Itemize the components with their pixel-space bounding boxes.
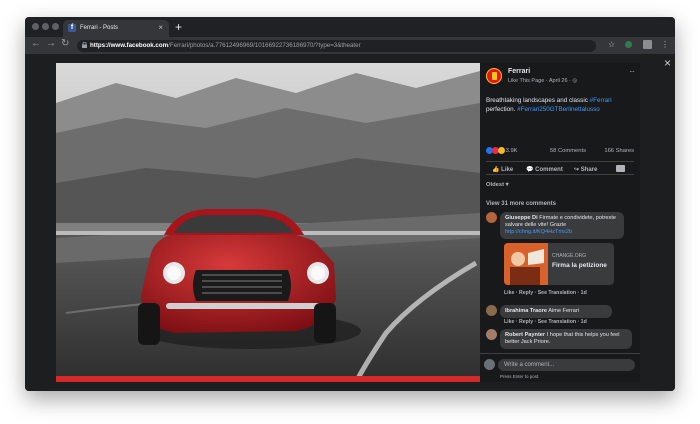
comment-sort-dropdown[interactable]: Oldest ▾ bbox=[486, 182, 509, 188]
comment-link[interactable]: http://chng.it/KQ4HzTms2b bbox=[505, 229, 572, 235]
address-bar[interactable]: https://www.facebook.com/Ferrari/photos/… bbox=[77, 40, 596, 52]
page-name[interactable]: Ferrari bbox=[508, 68, 530, 75]
post-meta: Like This Page · April 26 · ◎ bbox=[508, 78, 577, 84]
caption-middle: perfection. bbox=[486, 105, 518, 113]
avatar[interactable] bbox=[486, 212, 497, 223]
chrome-menu-icon[interactable]: ⋮ bbox=[661, 40, 669, 49]
profile-avatar[interactable] bbox=[643, 40, 652, 49]
forward-icon[interactable]: → bbox=[46, 38, 56, 49]
link-title: Firma la petizione bbox=[552, 262, 607, 269]
composer-hint: Press Enter to post. bbox=[500, 374, 540, 379]
browser-toolbar: ← → ↻ https://www.facebook.com/Ferrari/p… bbox=[25, 37, 675, 54]
page-selector-icon[interactable] bbox=[616, 165, 625, 172]
shares-count[interactable]: 166 Shares bbox=[604, 148, 634, 154]
comment-author[interactable]: Ibrahima Traore bbox=[505, 308, 547, 314]
comment-meta[interactable]: Like · Reply · See Translation · 1d bbox=[504, 319, 587, 325]
reactions-count: 3.9K bbox=[505, 148, 518, 155]
post-actions: 👍 Like 💬 Comment ↪ Share bbox=[486, 161, 634, 175]
comment-text: Aime Ferrari bbox=[546, 308, 579, 314]
tab-bar: f Ferrari - Posts × + bbox=[25, 17, 675, 37]
back-icon[interactable]: ← bbox=[31, 38, 41, 49]
comment-bubble: Giuseppe Di Firmate e condividete, potre… bbox=[500, 212, 624, 239]
wow-reaction-icon bbox=[498, 147, 505, 154]
comment-label: Comment bbox=[535, 167, 563, 173]
tab-close-icon[interactable]: × bbox=[158, 23, 163, 32]
url-path: /Ferrari/photos/a.77612496969/1016692273… bbox=[168, 42, 361, 49]
post-meta-text[interactable]: Like This Page · April 26 · bbox=[508, 78, 572, 84]
like-button[interactable]: 👍 Like bbox=[492, 166, 513, 173]
comment-bubble: Ibrahima Traore Aime Ferrari bbox=[500, 305, 612, 318]
avatar[interactable] bbox=[486, 329, 497, 340]
share-icon: ↪ bbox=[574, 167, 580, 173]
link-domain: CHANGE.ORG bbox=[552, 253, 587, 259]
link-preview-card[interactable]: CHANGE.ORG Firma la petizione bbox=[504, 243, 614, 285]
lock-icon bbox=[82, 41, 87, 50]
comment-meta[interactable]: Like · Reply · See Translation · 1d bbox=[504, 290, 587, 296]
maximize-window-button[interactable] bbox=[52, 23, 59, 30]
comment-icon: 💬 bbox=[526, 167, 534, 173]
photo-theater: × Ferrari Like This Page · April 26 · ◎ … bbox=[25, 54, 675, 391]
reactions[interactable]: 3.9K bbox=[486, 147, 518, 155]
like-icon: 👍 bbox=[492, 167, 500, 173]
reload-icon[interactable]: ↻ bbox=[61, 38, 69, 49]
avatar bbox=[484, 359, 495, 370]
view-more-comments-link[interactable]: View 31 more comments bbox=[486, 201, 556, 207]
post-photo[interactable] bbox=[56, 63, 480, 382]
share-label: Share bbox=[580, 167, 598, 173]
theater-close-icon[interactable]: × bbox=[664, 56, 671, 70]
post-side-panel: Ferrari Like This Page · April 26 · ◎ ··… bbox=[480, 63, 640, 382]
comment-author[interactable]: Robert Paynter bbox=[505, 332, 545, 338]
ferrari-logo-icon[interactable] bbox=[486, 68, 502, 84]
close-window-button[interactable] bbox=[32, 23, 39, 30]
browser-tab[interactable]: f Ferrari - Posts × bbox=[63, 20, 169, 37]
comment-button[interactable]: 💬 Comment bbox=[526, 166, 563, 173]
new-tab-button[interactable]: + bbox=[175, 20, 182, 34]
comment-composer: Write a comment... Press Enter to post. bbox=[480, 353, 640, 382]
minimize-window-button[interactable] bbox=[42, 23, 49, 30]
hashtag-ferrari250[interactable]: #Ferrari250GTBerlinettalusso bbox=[517, 106, 600, 113]
comment-input[interactable]: Write a comment... bbox=[498, 359, 635, 371]
comment-bubble: Robert Paynter I hope that this helps yo… bbox=[500, 329, 632, 349]
like-label: Like bbox=[501, 167, 514, 173]
avatar[interactable] bbox=[486, 305, 497, 316]
caption-text: Breathtaking landscapes and classic bbox=[486, 97, 590, 104]
browser-window: f Ferrari - Posts × + ← → ↻ https://www.… bbox=[25, 17, 675, 391]
bookmark-star-icon[interactable]: ☆ bbox=[608, 40, 615, 49]
extension-icon[interactable] bbox=[625, 41, 632, 48]
hashtag-ferrari[interactable]: #Ferrari bbox=[590, 97, 612, 104]
comment-author[interactable]: Giuseppe Di bbox=[505, 215, 538, 221]
comments-count[interactable]: 58 Comments bbox=[550, 148, 586, 154]
ferrari-car-photo-illustration bbox=[56, 63, 480, 382]
facebook-favicon-icon: f bbox=[68, 24, 76, 32]
post-caption: Breathtaking landscapes and classic #Fer… bbox=[486, 97, 636, 114]
tab-title: Ferrari - Posts bbox=[80, 25, 119, 31]
more-options-icon[interactable]: ··· bbox=[629, 67, 635, 76]
url-host: https://www.facebook.com bbox=[90, 42, 169, 49]
post-stats: 3.9K 58 Comments 166 Shares bbox=[486, 147, 634, 157]
link-preview-thumbnail bbox=[504, 243, 548, 285]
share-button[interactable]: ↪ Share bbox=[574, 166, 597, 173]
globe-icon: ◎ bbox=[572, 78, 578, 84]
